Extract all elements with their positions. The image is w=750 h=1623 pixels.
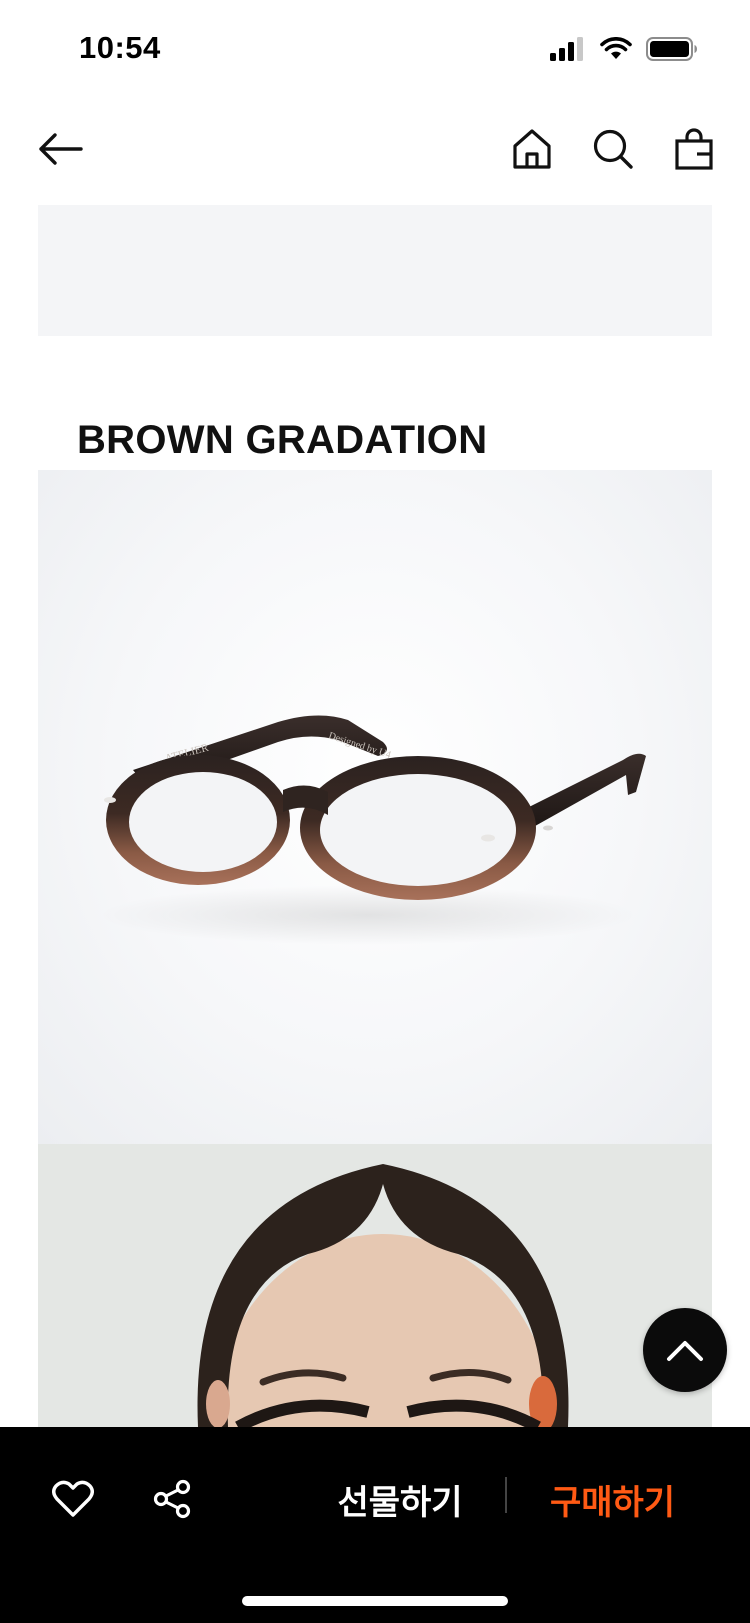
model-photo-illustration	[197, 1164, 569, 1427]
eyeglasses-illustration: ATELIER Designed by U4	[98, 715, 646, 945]
buy-button[interactable]: 구매하기	[520, 1469, 705, 1529]
shopping-bag-icon	[675, 128, 713, 170]
scroll-to-top-button[interactable]	[643, 1308, 727, 1392]
home-indicator[interactable]	[242, 1596, 508, 1606]
navigation-bar	[0, 110, 750, 190]
bottom-action-bar: 선물하기 구매하기	[0, 1427, 750, 1623]
share-button[interactable]	[144, 1471, 200, 1527]
status-icons	[550, 36, 698, 62]
back-button[interactable]	[36, 125, 84, 173]
search-icon	[593, 129, 633, 169]
share-icon	[153, 1479, 191, 1519]
divider	[505, 1477, 507, 1513]
back-arrow-icon	[39, 133, 83, 165]
home-button[interactable]	[508, 125, 556, 173]
gift-button[interactable]: 선물하기	[300, 1469, 500, 1529]
status-bar: 10:54	[0, 0, 750, 100]
image-placeholder	[38, 205, 712, 336]
status-time: 10:54	[79, 30, 161, 65]
heart-icon	[52, 1480, 94, 1517]
color-variant-title: BROWN GRADATION	[77, 418, 488, 462]
cart-button[interactable]	[670, 125, 718, 173]
chevron-up-icon	[667, 1341, 703, 1361]
search-button[interactable]	[589, 125, 637, 173]
battery-icon	[646, 37, 697, 61]
wifi-icon	[600, 37, 632, 59]
cellular-signal-icon	[550, 37, 583, 61]
home-icon	[513, 129, 551, 169]
wishlist-button[interactable]	[45, 1471, 101, 1527]
model-image	[38, 1144, 712, 1427]
product-image: ATELIER Designed by U4	[38, 470, 712, 1144]
